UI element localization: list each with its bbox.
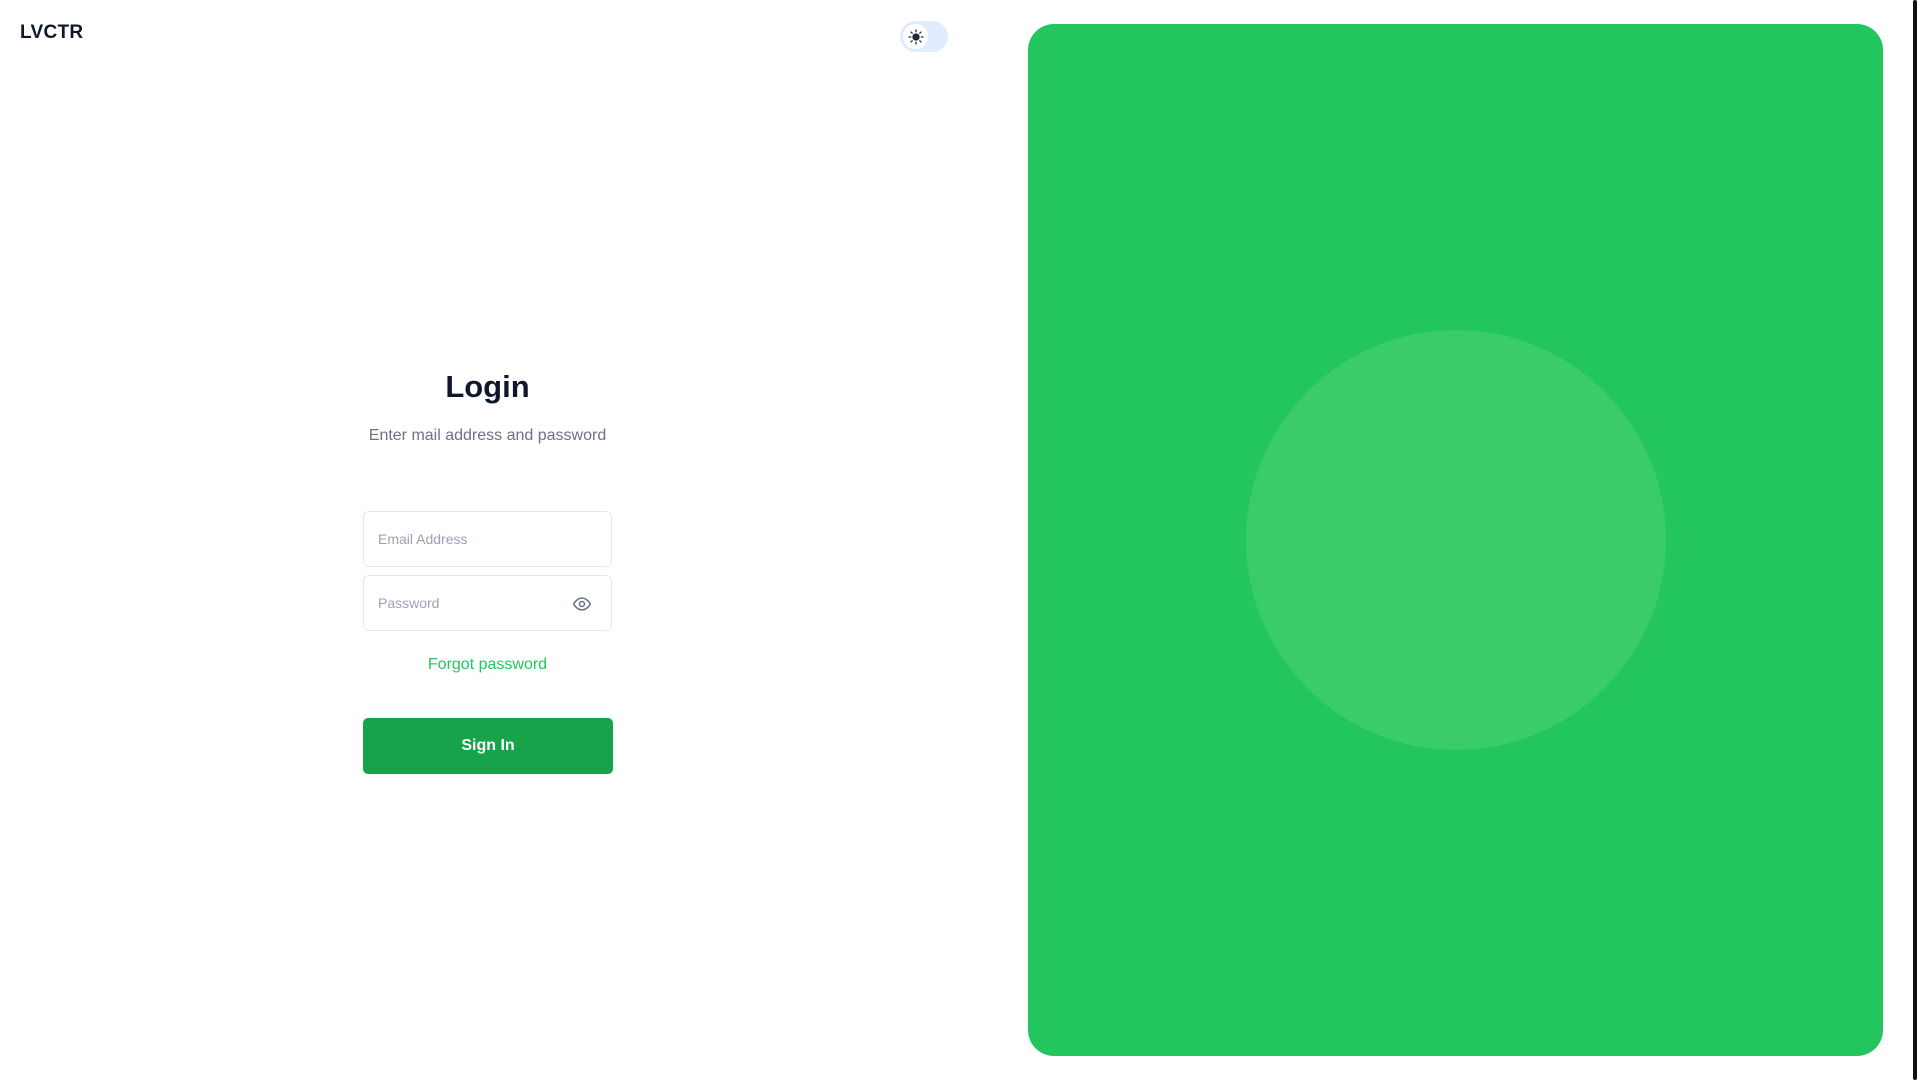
eye-icon[interactable] — [572, 594, 592, 614]
password-field-wrapper — [363, 575, 612, 631]
theme-toggle[interactable] — [900, 21, 948, 52]
hero-decorative-circle — [1246, 330, 1666, 750]
sign-in-button[interactable]: Sign In — [363, 718, 613, 774]
email-field-wrapper — [363, 511, 612, 567]
sun-icon — [907, 28, 924, 45]
email-field[interactable] — [364, 512, 611, 566]
brand-logo: LVCTR — [20, 22, 84, 43]
page-title: Login — [445, 369, 530, 404]
hero-panel — [1028, 24, 1883, 1056]
login-subtitle: Enter mail address and password — [368, 427, 607, 444]
login-form: Login Enter mail address and password Fo… — [363, 365, 613, 774]
page-scrollbar[interactable] — [1913, 0, 1917, 1080]
forgot-password-link[interactable]: Forgot password — [363, 655, 612, 675]
login-page: LVCTR Login Enter mail address and passw… — [0, 0, 1920, 1080]
theme-toggle-knob — [903, 24, 928, 49]
